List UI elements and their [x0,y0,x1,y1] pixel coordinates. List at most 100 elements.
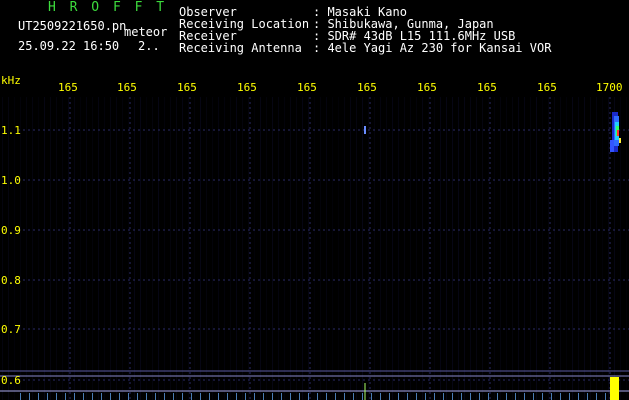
time-label: 165 [58,81,78,94]
meteor-echo [619,138,621,143]
bottom-tick [272,393,273,400]
noise-streak [290,97,291,400]
noise-streak [128,97,129,400]
bottom-tick [182,393,183,400]
bottom-tick [101,393,102,400]
bottom-tick [533,393,534,400]
noise-streak [38,97,39,400]
bottom-tick [173,393,174,400]
noise-streak [446,97,447,400]
noise-streak [494,97,495,400]
noise-streak [554,97,555,400]
date-time: 25.09.22 16:50 [18,39,120,53]
bottom-tick [38,393,39,400]
bottom-tick [542,393,543,400]
bottom-tick [497,393,498,400]
noise-streak [470,97,471,400]
noise-streak [500,97,501,400]
bottom-tick [443,393,444,400]
noise-streak [392,97,393,400]
noise-streak [260,97,261,400]
bottom-tick [425,393,426,400]
freq-label: 1.0 [1,174,21,187]
freq-label: 0.7 [1,323,21,336]
noise-streak [602,97,603,400]
noise-streak [14,97,15,400]
bottom-tick [263,393,264,400]
noise-streak [194,97,195,400]
small-echo [364,126,366,134]
freq-unit-label: kHz [1,74,21,87]
noise-streak [104,97,105,400]
noise-streak [320,97,321,400]
noise-streak [464,97,465,400]
noise-streak [608,97,609,400]
noise-streak [590,97,591,400]
noise-streak [50,97,51,400]
bottom-tick [389,393,390,400]
signal-bar [610,377,619,400]
noise-streak [110,97,111,400]
count-label: 2.. [138,39,160,53]
bottom-tick [56,393,57,400]
noise-streak [404,97,405,400]
noise-streak [362,97,363,400]
noise-streak [80,97,81,400]
bottom-tick [47,393,48,400]
noise-streak [572,97,573,400]
noise-streak [410,97,411,400]
noise-streak [32,97,33,400]
noise-streak [176,97,177,400]
noise-streak [434,97,435,400]
noise-streak [302,97,303,400]
bottom-tick [596,393,597,400]
bottom-tick [452,393,453,400]
bottom-tick [146,393,147,400]
noise-streak [182,97,183,400]
bottom-tick [164,393,165,400]
noise-streak [2,97,3,400]
noise-streak [488,97,489,400]
noise-streak [230,97,231,400]
bottom-tick [524,393,525,400]
noise-streak [542,97,543,400]
noise-streak [416,97,417,400]
noise-streak [374,97,375,400]
bottom-tick [137,393,138,400]
noise-streak [74,97,75,400]
bottom-tick [353,393,354,400]
noise-streak [134,97,135,400]
bottom-tick [506,393,507,400]
bottom-tick [92,393,93,400]
noise-streak [440,97,441,400]
noise-streak [578,97,579,400]
bottom-tick [416,393,417,400]
bottom-tick [380,393,381,400]
noise-streak [254,97,255,400]
noise-streak [26,97,27,400]
bottom-tick [110,393,111,400]
bottom-tick [344,393,345,400]
bottom-tick [335,393,336,400]
noise-streak [506,97,507,400]
noise-streak [206,97,207,400]
time-label: 165 [537,81,557,94]
noise-streak [242,97,243,400]
bottom-tick [290,393,291,400]
time-label: 165 [357,81,377,94]
bottom-tick [515,393,516,400]
noise-streak [524,97,525,400]
bottom-tick [461,393,462,400]
noise-streak [518,97,519,400]
noise-streak [164,97,165,400]
bottom-tick [398,393,399,400]
noise-streak [368,97,369,400]
noise-streak [68,97,69,400]
noise-streak [212,97,213,400]
noise-streak [170,97,171,400]
bottom-tick [479,393,480,400]
noise-streak [512,97,513,400]
bottom-tick [209,393,210,400]
noise-streak [20,97,21,400]
noise-streak [596,97,597,400]
